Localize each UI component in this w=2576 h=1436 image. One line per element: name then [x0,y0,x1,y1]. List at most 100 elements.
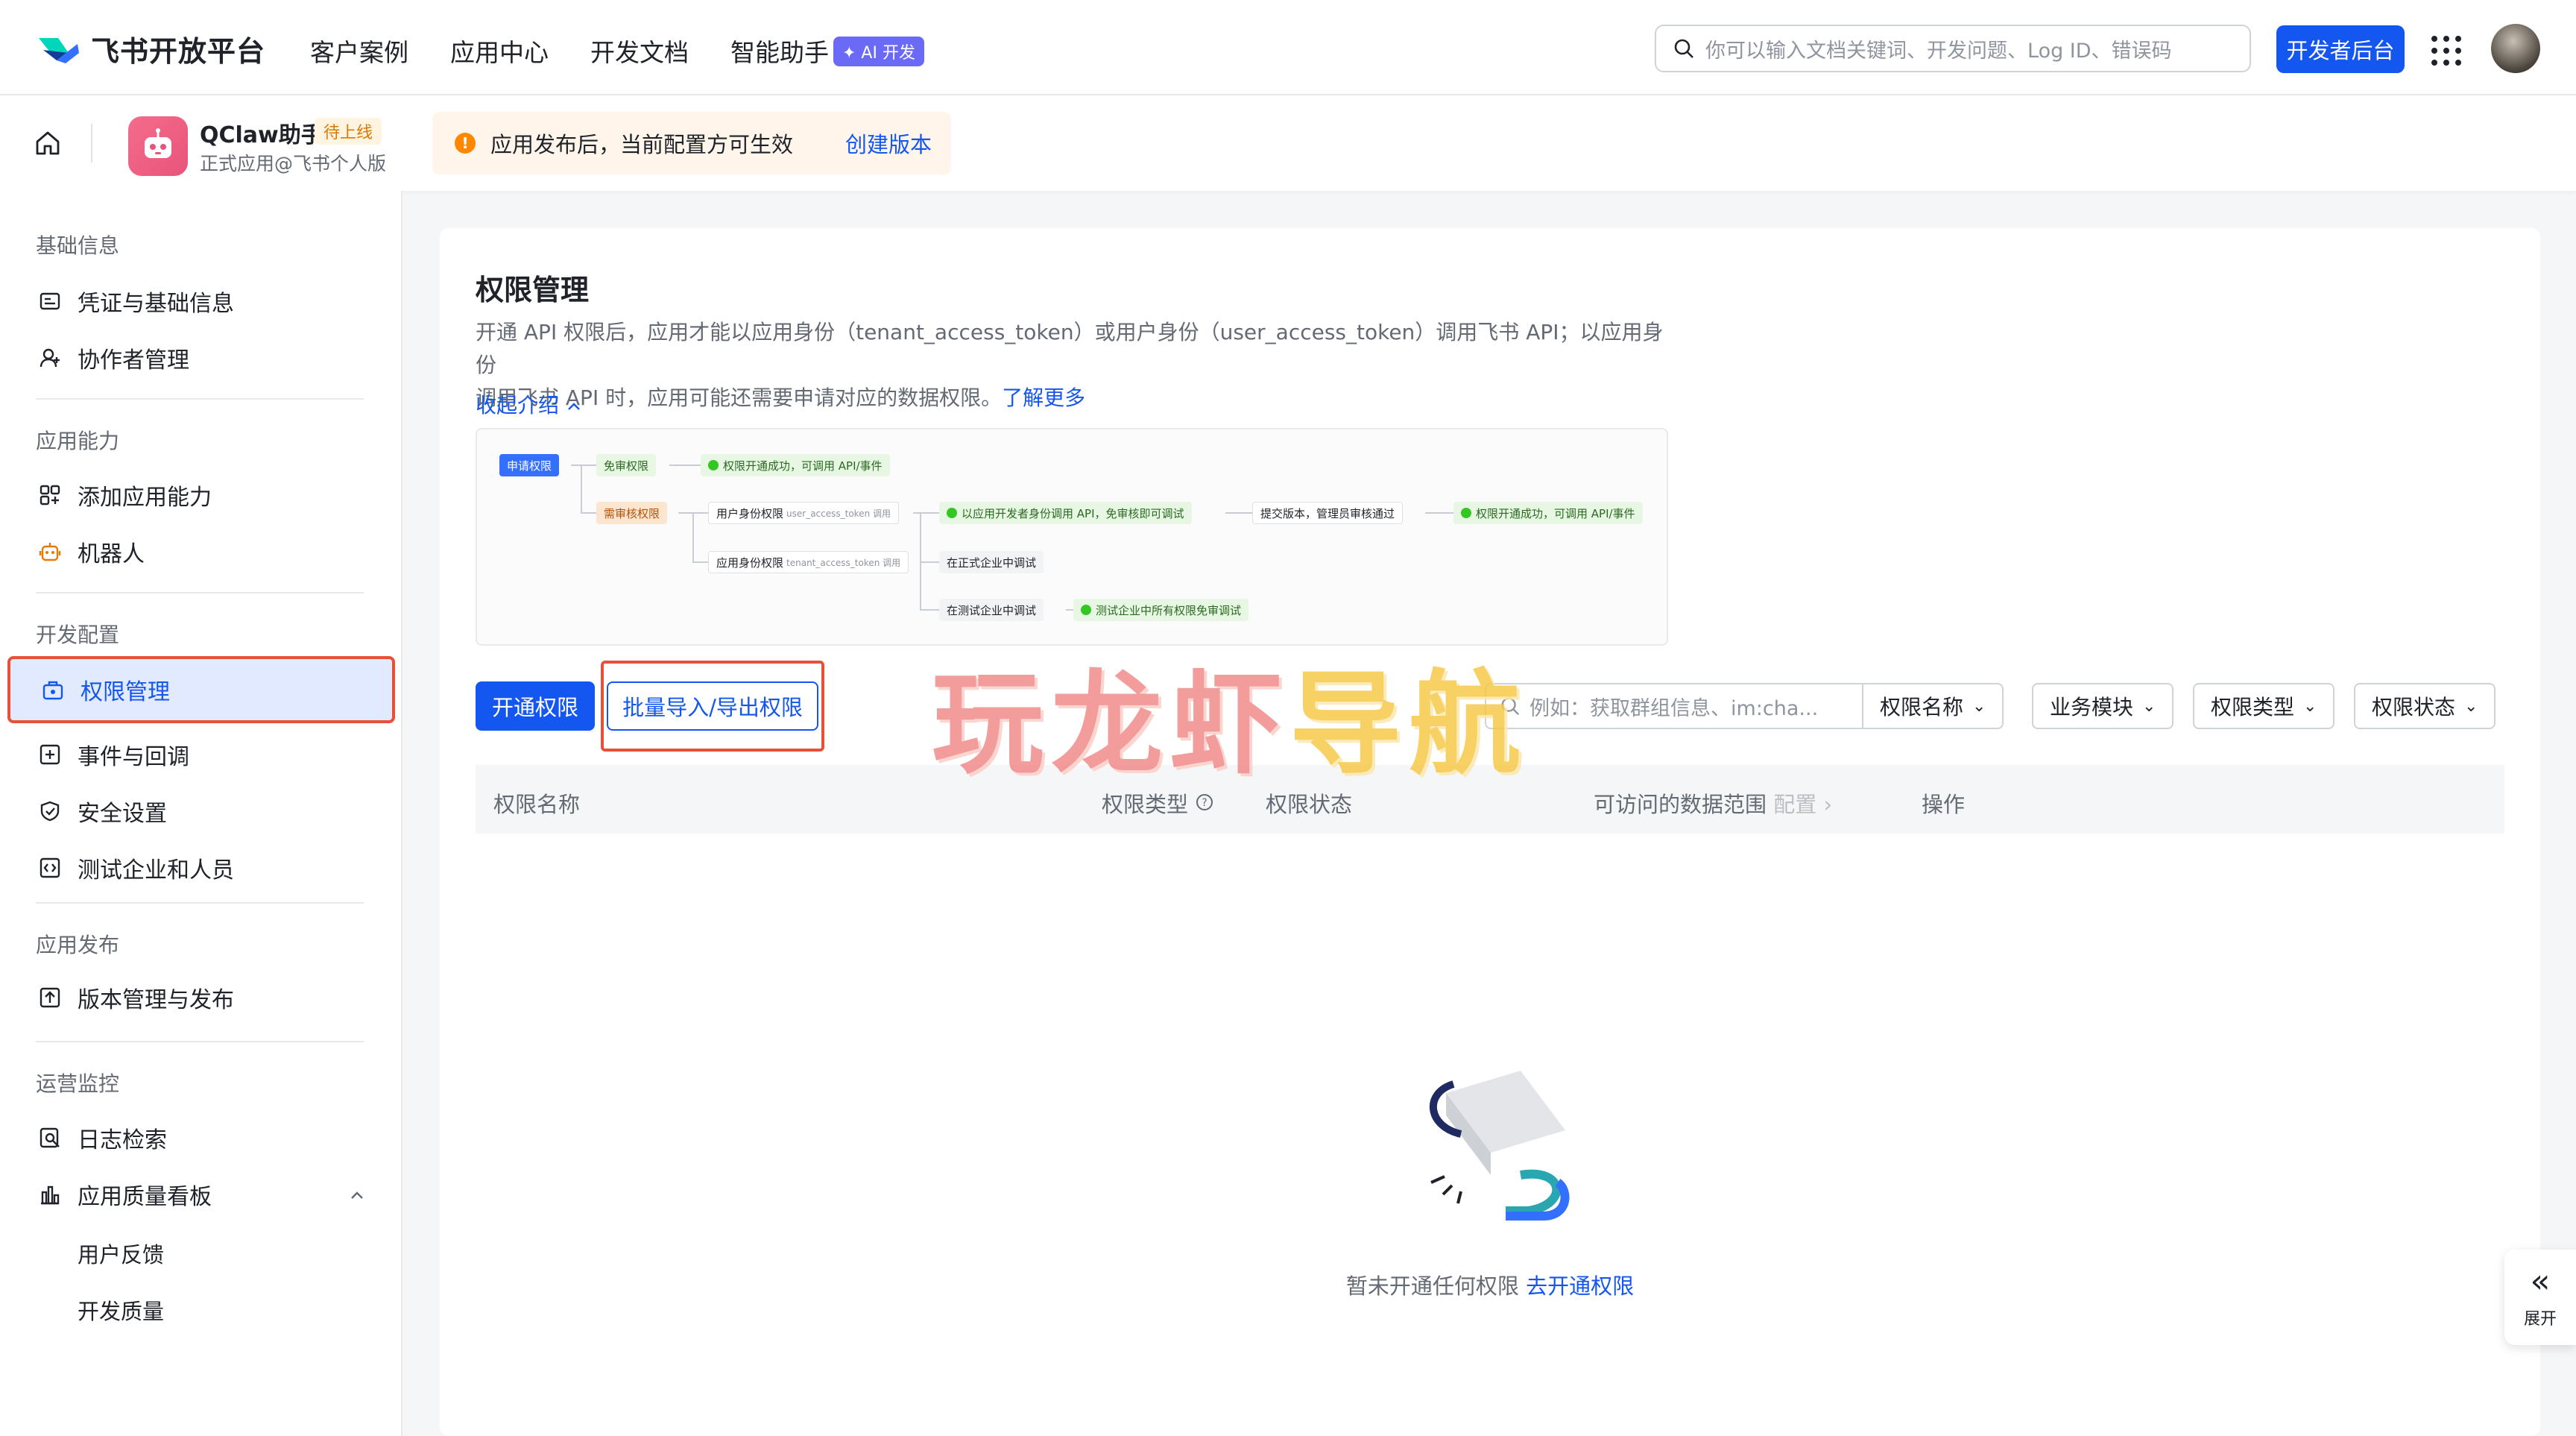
permission-icon [40,677,66,702]
nav-dev-docs[interactable]: 开发文档 [590,33,689,69]
expand-panel-button[interactable]: « 展开 [2504,1250,2576,1345]
sidebar-item-label: 协作者管理 [78,347,189,374]
app-header-bar: QClaw助手 待上线 正式应用@飞书个人版 ! 应用发布后，当前配置方可生效 … [0,95,2576,191]
go-enable-permission-link[interactable]: 去开通权限 [1526,1273,1634,1299]
search-icon [1674,39,1693,58]
ai-badge: ✦ AI 开发 [833,37,924,66]
sidebar-group-capability: 应用能力 [36,429,120,453]
publish-notice: ! 应用发布后，当前配置方可生效 创建版本 [432,112,951,174]
chevron-right-icon: › [1823,792,1833,817]
sidebar-item-security[interactable]: 安全设置 [7,783,395,840]
flow-node-free: 免审权限 [596,454,657,476]
page-title: 权限管理 [476,274,590,306]
column-name: 权限名称 [493,792,581,817]
app-grid-icon[interactable] [2431,36,2461,66]
sidebar-item-label: 事件与回调 [78,744,189,770]
sidebar-item-permissions[interactable]: 权限管理 [7,656,395,723]
nav-customer-cases[interactable]: 客户案例 [310,33,408,69]
filter-permission-status-label: 权限状态 [2372,695,2456,719]
learn-more-link[interactable]: 了解更多 [1002,385,1085,410]
intro-line-1: 开通 API 权限后，应用才能以应用身份（tenant_access_token… [476,320,1664,377]
sidebar-item-test-org[interactable]: 测试企业和人员 [7,840,395,896]
expand-label: 展开 [2523,1310,2557,1329]
divider [36,1041,364,1042]
flow-node-submit: 提交版本，管理员审核通过 [1252,502,1404,524]
sidebar-item-bot[interactable]: 机器人 [7,523,395,580]
sidebar-item-logs[interactable]: 日志检索 [7,1109,395,1166]
permission-search-input[interactable]: 例如：获取群组信息、im:cha... [1485,683,1863,729]
flow-node-test-free: 测试企业中所有权限免审调试 [1073,599,1249,621]
batch-import-export-button[interactable]: 批量导入/导出权限 [607,681,818,731]
intro-text: 开通 API 权限后，应用才能以应用身份（tenant_access_token… [476,316,1668,415]
flow-node-user-identity: 用户身份权限 user_access_token 调用 [708,502,899,524]
flow-node-dev-identity-label: 以应用开发者身份调用 API，免审核即可调试 [962,506,1184,520]
sidebar-item-feedback[interactable]: 用户反馈 [78,1238,164,1269]
sidebar-item-label: 凭证与基础信息 [78,291,234,317]
sidebar-item-label: 测试企业和人员 [78,857,234,884]
app-status-badge: 待上线 [315,118,382,145]
sidebar-item-quality[interactable]: 应用质量看板 [7,1166,395,1223]
empty-state-message: 暂未开通任何权限 [1345,1273,1519,1299]
sidebar-item-dev-quality[interactable]: 开发质量 [78,1294,164,1326]
search-placeholder: 你可以输入文档关键词、开发问题、Log ID、错误码 [1705,39,2172,63]
filter-business-module[interactable]: 业务模块 ⌄ [2032,683,2174,729]
check-icon [708,460,719,470]
main-content: 权限管理 开通 API 权限后，应用才能以应用身份（tenant_access_… [440,228,2540,1436]
sidebar-group-basic: 基础信息 [36,233,120,258]
check-icon [1081,605,1091,615]
home-icon[interactable] [33,128,63,158]
brand-logo[interactable]: 飞书开放平台 [36,28,265,69]
flow-node-apply: 申请权限 [499,454,560,476]
upload-icon [37,985,63,1010]
empty-state-text: 暂未开通任何权限 去开通权限 [440,1269,2540,1300]
chevron-down-icon: ⌄ [2303,696,2317,716]
enable-permission-button[interactable]: 开通权限 [476,681,595,731]
sidebar-group-release: 应用发布 [36,933,120,957]
sidebar-item-label: 应用质量看板 [78,1184,212,1210]
sidebar-item-collaborators[interactable]: 协作者管理 [7,330,395,386]
flow-node-tenant-token-note: tenant_access_token 调用 [786,557,901,568]
chevron-up-icon [568,403,580,410]
filter-permission-type-label: 权限类型 [2211,695,2295,719]
credentials-icon [37,289,63,314]
filter-permission-name-label: 权限名称 [1880,695,1964,719]
global-search-input[interactable]: 你可以输入文档关键词、开发问题、Log ID、错误码 [1655,25,2251,72]
nav-app-center[interactable]: 应用中心 [450,33,549,69]
sidebar-group-ops: 运营监控 [36,1071,120,1096]
sidebar-item-add-capability[interactable]: 添加应用能力 [7,467,395,523]
warning-icon: ! [455,133,476,154]
app-subtitle: 正式应用@飞书个人版 [200,153,387,174]
flow-node-dev-identity: 以应用开发者身份调用 API，免审核即可调试 [939,502,1192,524]
filter-permission-type[interactable]: 权限类型 ⌄ [2193,683,2335,729]
bot-icon [37,539,63,564]
collapse-intro-toggle[interactable]: 收起介绍 [476,389,582,419]
scope-config-link[interactable]: 配置 [1773,792,1816,817]
flow-node-app-identity-label: 应用身份权限 [716,555,784,570]
filter-permission-name[interactable]: 权限名称 ⌄ [1862,683,2004,729]
sidebar-item-credentials[interactable]: 凭证与基础信息 [7,273,395,330]
event-icon [37,742,63,767]
flow-node-user-identity-label: 用户身份权限 [716,506,784,520]
flow-node-review: 需审核权限 [596,502,668,524]
filter-business-module-label: 业务模块 [2050,695,2134,719]
nav-ai-assistant[interactable]: 智能助手 ✦ AI 开发 [730,33,924,69]
chevron-up-icon[interactable] [349,1187,365,1203]
sidebar-group-dev-config: 开发配置 [36,623,120,647]
sidebar-item-label: 机器人 [78,541,145,567]
create-version-link[interactable]: 创建版本 [845,127,932,159]
sidebar-item-events[interactable]: 事件与回调 [7,726,395,783]
divider [91,124,92,163]
sidebar-item-label: 版本管理与发布 [78,987,234,1013]
notice-text: 应用发布后，当前配置方可生效 [490,132,794,157]
collapse-intro-label: 收起介绍 [476,393,560,418]
permission-flow-diagram: 申请权限 免审权限 权限开通成功，可调用 API/事件 需审核权限 用户身份权限… [476,428,1668,646]
user-avatar[interactable] [2491,24,2540,73]
app-robot-icon [128,116,188,176]
sidebar-item-versions[interactable]: 版本管理与发布 [7,969,395,1026]
feishu-logo-icon [39,37,79,63]
developer-console-button[interactable]: 开发者后台 [2276,25,2405,73]
code-icon [37,855,63,881]
chevron-down-icon: ⌄ [2142,696,2156,716]
filter-permission-status[interactable]: 权限状态 ⌄ [2354,683,2496,729]
check-icon [947,508,957,518]
